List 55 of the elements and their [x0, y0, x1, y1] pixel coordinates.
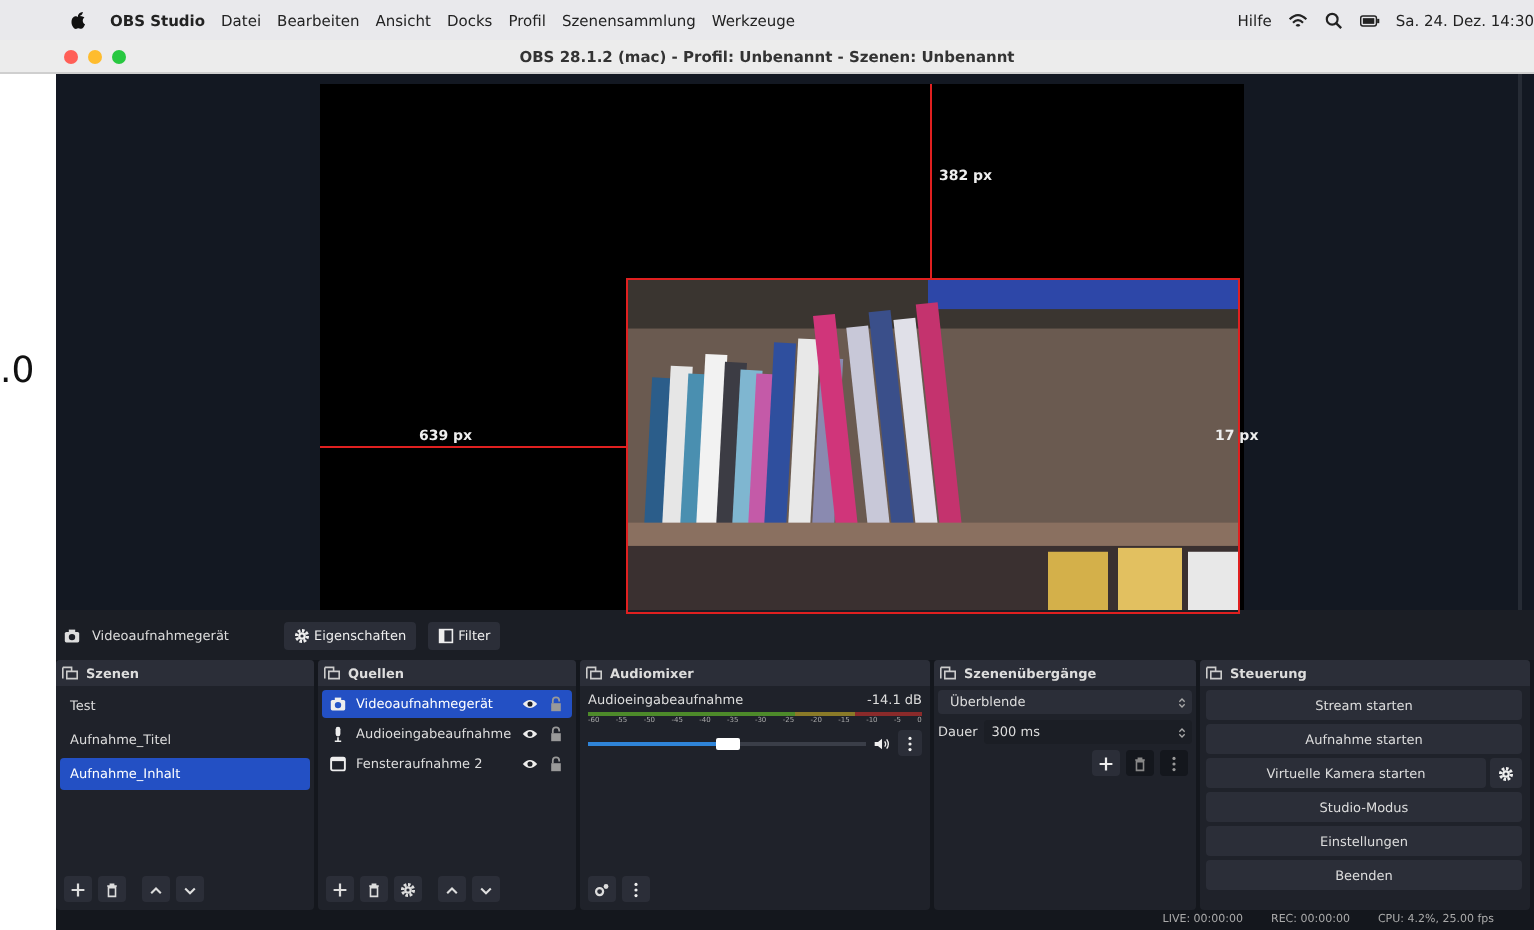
more-options-button[interactable] [898, 730, 922, 756]
delete-button[interactable] [1126, 750, 1154, 776]
dock-icon[interactable] [586, 666, 602, 680]
delete-button[interactable] [360, 876, 388, 902]
microphone-icon [330, 726, 346, 742]
dock-icon[interactable] [1206, 666, 1222, 680]
up-down-icon [1178, 695, 1186, 709]
trash-icon [104, 881, 120, 897]
add-button[interactable] [64, 876, 92, 902]
camera-icon [330, 696, 346, 712]
speaker-icon[interactable] [874, 735, 890, 751]
close-button[interactable] [64, 49, 78, 63]
battery-icon[interactable] [1359, 11, 1380, 29]
window-text: .0 [0, 350, 35, 392]
apple-icon[interactable] [70, 10, 86, 30]
chevron-up-icon [148, 881, 164, 897]
add-button[interactable] [1092, 750, 1120, 776]
gear-icon [1498, 765, 1514, 781]
move-down-button[interactable] [472, 876, 500, 902]
move-up-button[interactable] [438, 876, 466, 902]
more-options-button[interactable] [1160, 750, 1188, 776]
add-button[interactable] [326, 876, 354, 902]
eye-icon[interactable] [522, 696, 538, 712]
move-down-button[interactable] [176, 876, 204, 902]
advanced-audio-button[interactable] [588, 876, 616, 902]
dock-icon[interactable] [62, 666, 78, 680]
window-icon [330, 756, 346, 772]
more-icon [1170, 755, 1178, 771]
trash-icon [366, 881, 382, 897]
lock-icon[interactable] [548, 726, 564, 742]
settings-button[interactable] [1490, 758, 1522, 788]
wifi-icon[interactable] [1287, 11, 1308, 29]
filter-icon [438, 627, 455, 643]
settings-button[interactable] [394, 876, 422, 902]
delete-button[interactable] [98, 876, 126, 902]
more-icon [632, 881, 640, 897]
plus-icon [332, 881, 348, 897]
gear-icon [400, 881, 416, 897]
plus-icon [1098, 755, 1114, 771]
up-down-icon [1178, 725, 1186, 739]
search-icon[interactable] [1323, 11, 1344, 29]
gear-icon [294, 627, 310, 643]
chevron-up-icon [444, 881, 460, 897]
camera-icon [64, 627, 80, 643]
trash-icon [1132, 755, 1148, 771]
move-up-button[interactable] [142, 876, 170, 902]
eye-icon[interactable] [522, 726, 538, 742]
lock-icon[interactable] [548, 756, 564, 772]
dock-icon[interactable] [940, 666, 956, 680]
eye-icon[interactable] [522, 756, 538, 772]
plus-icon [70, 881, 86, 897]
dock-icon[interactable] [324, 666, 340, 680]
more-icon [906, 735, 914, 751]
lock-icon[interactable] [548, 696, 564, 712]
more-options-button[interactable] [622, 876, 650, 902]
